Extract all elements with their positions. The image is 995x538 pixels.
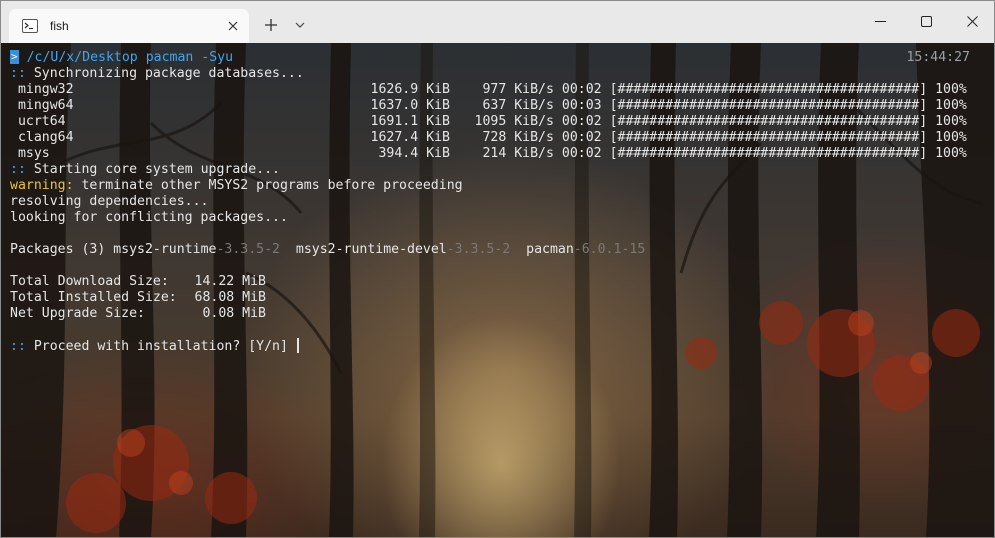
close-icon[interactable] — [225, 18, 241, 34]
terminal-icon — [22, 19, 38, 33]
db-progress-bar: [######################################] — [609, 114, 928, 129]
total-row: Total Download Size: 14.22 MiB — [10, 274, 266, 290]
db-size: 1627.4 KiB — [370, 130, 450, 145]
warning-label: warning: — [10, 178, 74, 193]
db-time: 00:02 — [561, 114, 602, 129]
minimize-icon[interactable] — [857, 1, 903, 41]
section-marker: :: — [10, 162, 26, 177]
total-row: Net Upgrade Size: 0.08 MiB — [10, 306, 266, 322]
section-marker: :: — [10, 66, 26, 81]
db-progress-bar: [######################################] — [609, 146, 928, 161]
database-row: mingw64 1637.0 KiB 637 KiB/s 00:03 [######… — [10, 98, 967, 114]
prompt-line: > /c/U/x/Desktop pacman -Syu — [10, 50, 233, 66]
db-speed: 977 KiB/s — [482, 82, 554, 97]
db-speed: 637 KiB/s — [482, 98, 554, 113]
total-value: 0.08 MiB — [202, 306, 266, 321]
prompt-args: -Syu — [201, 50, 234, 65]
db-percent: 100% — [935, 146, 967, 161]
db-name: mingw32 — [17, 82, 74, 97]
package-version: -3.3.5-2 — [446, 242, 511, 257]
total-value: 68.08 MiB — [194, 290, 266, 305]
upgrade-line: :: Starting core system upgrade... — [10, 162, 280, 178]
title-bar: fish — [1, 1, 994, 43]
tab-fish[interactable]: fish — [9, 9, 249, 43]
total-row: Total Installed Size: 68.08 MiB — [10, 290, 266, 306]
window-close-icon[interactable] — [949, 1, 994, 41]
total-label: Net Upgrade Size: — [10, 306, 145, 321]
total-value: 14.22 MiB — [194, 274, 266, 289]
db-time: 00:02 — [561, 130, 602, 145]
db-name: clang64 — [17, 130, 74, 145]
package-name: msys2-runtime-devel — [295, 242, 447, 257]
section-marker: :: — [10, 339, 26, 354]
database-row: mingw32 1626.9 KiB 977 KiB/s 00:02 [######… — [10, 82, 967, 98]
db-progress-bar: [######################################] — [609, 82, 928, 97]
total-label: Total Installed Size: — [10, 290, 177, 305]
db-progress-bar: [######################################] — [609, 130, 928, 145]
db-time: 00:02 — [561, 146, 602, 161]
total-label: Total Download Size: — [10, 274, 169, 289]
database-row: ucrt64 1691.1 KiB 1095 KiB/s 00:02 [######… — [10, 114, 967, 130]
warning-text: terminate other MSYS2 programs before pr… — [73, 178, 463, 193]
plus-icon[interactable] — [262, 16, 280, 34]
prompt-path: /c/U/x/Desktop — [26, 50, 138, 65]
db-name: ucrt64 — [17, 114, 66, 129]
terminal-text: > /c/U/x/Desktop pacman -Syu 15:44:27 ::… — [1, 43, 994, 537]
package-name: msys2-runtime — [113, 242, 217, 257]
packages-line: Packages (3) msys2-runtime-3.3.5-2 msys2… — [10, 242, 645, 258]
db-size: 1626.9 KiB — [370, 82, 450, 97]
package-version: -6.0.1-15 — [573, 242, 646, 257]
maximize-icon[interactable] — [903, 1, 949, 41]
terminal-output[interactable]: > /c/U/x/Desktop pacman -Syu 15:44:27 ::… — [1, 43, 994, 537]
prompt-time: 15:44:27 — [906, 50, 970, 65]
proceed-prompt[interactable]: :: Proceed with installation? [Y/n] — [10, 338, 299, 354]
package-version: -3.3.5-2 — [216, 242, 280, 257]
proceed-question: Proceed with installation? [Y/n] — [33, 339, 288, 354]
db-percent: 100% — [935, 130, 967, 145]
upgrade-text: Starting core system upgrade... — [33, 162, 280, 177]
warning-line: warning: terminate other MSYS2 programs … — [10, 178, 463, 194]
db-speed: 728 KiB/s — [482, 130, 554, 145]
sync-header-text: Synchronizing package databases... — [33, 66, 304, 81]
resolving-line: resolving dependencies... — [10, 194, 209, 209]
conflicts-line: looking for conflicting packages... — [10, 210, 288, 225]
db-time: 00:02 — [561, 82, 602, 97]
packages-label: Packages (3) — [10, 242, 106, 257]
chevron-down-icon[interactable] — [293, 18, 307, 32]
package-name: pacman — [526, 242, 574, 257]
db-speed: 214 KiB/s — [482, 146, 554, 161]
db-progress-bar: [######################################] — [609, 98, 928, 113]
db-percent: 100% — [935, 82, 967, 97]
database-row: clang64 1627.4 KiB 728 KiB/s 00:02 [######… — [10, 130, 967, 146]
db-time: 00:03 — [561, 98, 602, 113]
database-row: msys 394.4 KiB 214 KiB/s 00:02 [##########… — [10, 146, 967, 162]
tab-title: fish — [50, 19, 69, 33]
db-percent: 100% — [935, 114, 967, 129]
db-size: 1691.1 KiB — [370, 114, 450, 129]
text-cursor — [296, 338, 299, 353]
db-name: msys — [17, 146, 50, 161]
db-percent: 100% — [935, 98, 967, 113]
db-size: 1637.0 KiB — [370, 98, 450, 113]
db-size: 394.4 KiB — [378, 146, 450, 161]
sync-header: :: Synchronizing package databases... — [10, 66, 304, 82]
db-name: mingw64 — [17, 98, 74, 113]
prompt-badge: > — [10, 50, 19, 64]
db-speed: 1095 KiB/s — [474, 114, 554, 129]
terminal-window: fish > /c/U/x/Desktop pacman -Syu 15:44:… — [0, 0, 995, 538]
prompt-command: pacman — [145, 50, 194, 65]
